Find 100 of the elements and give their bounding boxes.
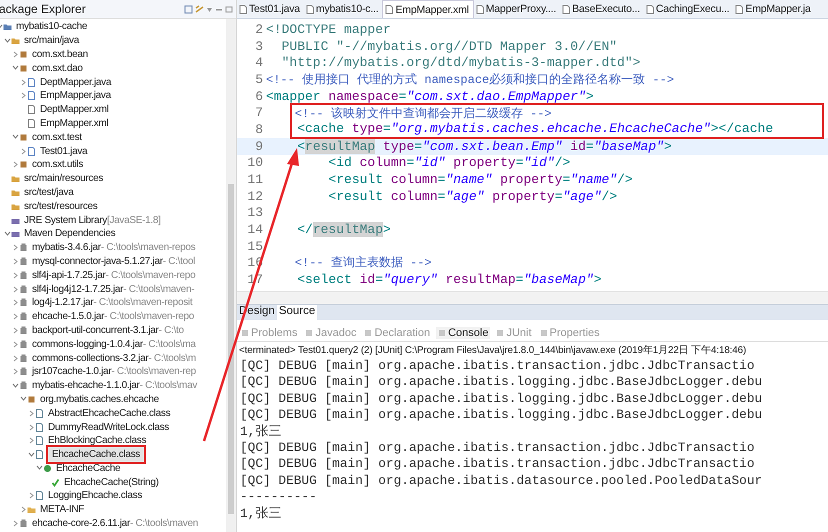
tree-item[interactable]: ehcache-1.5.0.jar- C:\tools\maven-repo xyxy=(30,310,196,324)
jar-icon xyxy=(19,326,28,335)
line-number: 10 xyxy=(246,155,264,170)
tree-item[interactable]: src/main/java xyxy=(22,34,82,48)
tree-item[interactable]: DeptMapper.java xyxy=(38,76,114,89)
tree-item[interactable]: Test01.java xyxy=(38,144,90,158)
line-number: 5 xyxy=(254,72,264,87)
code-line: <select id="query" resultMap="baseMap"> xyxy=(296,272,602,288)
caret-icon[interactable] xyxy=(13,50,18,58)
scrollbar[interactable] xyxy=(237,291,828,304)
tree-item[interactable]: ehcache-core-2.6.11.jar- C:\tools\maven xyxy=(30,517,200,530)
caret-icon[interactable] xyxy=(13,244,18,252)
scrollbar[interactable] xyxy=(226,19,236,532)
tree-item[interactable]: jsr107cache-1.0.jar- C:\tools\maven-rep xyxy=(30,365,198,378)
tree-item[interactable]: com.sxt.utils xyxy=(30,158,86,172)
tree-item[interactable]: Maven Dependencies xyxy=(22,227,118,240)
tree-item[interactable]: src/main/resources xyxy=(22,172,106,186)
tree-item[interactable]: mybatis-3.4.6.jar- C:\tools\maven-repos xyxy=(30,241,198,254)
class-icon xyxy=(43,464,52,473)
editor-tab[interactable]: mybatis10-c... xyxy=(304,0,382,18)
caret-icon[interactable] xyxy=(13,161,18,168)
jar-icon xyxy=(19,519,28,528)
jar-icon xyxy=(19,243,28,252)
maximize-icon[interactable] xyxy=(225,4,233,14)
tree-item[interactable]: src/test/java xyxy=(22,186,76,199)
tree-item[interactable]: EmpMapper.xml xyxy=(38,116,110,130)
caret-icon[interactable] xyxy=(21,78,26,86)
editor-tab[interactable]: Test01.java xyxy=(237,0,304,18)
caret-icon[interactable] xyxy=(12,65,19,72)
caret-icon[interactable] xyxy=(20,396,27,402)
code-line: <cache type="org.mybatis.caches.ehcache.EhcacheCache"></cache xyxy=(296,120,774,136)
tree-item[interactable]: org.mybatis.caches.ehcache xyxy=(38,392,161,406)
caret-icon[interactable] xyxy=(13,299,18,306)
jar-icon xyxy=(19,256,28,266)
caret-icon[interactable] xyxy=(28,452,35,458)
caret-icon[interactable] xyxy=(29,492,34,500)
tree-item[interactable]: mybatis-ehcache-1.1.0.jar- C:\tools\mav xyxy=(30,379,200,392)
tree-item[interactable]: DummyReadWriteLock.class xyxy=(46,420,171,434)
tree-item[interactable]: EhcacheCache xyxy=(54,462,122,475)
code-line: "http://mybatis.org/dtd/mybatis-3-mapper.dtd"> xyxy=(280,55,640,70)
editor-tab[interactable]: MapperProxy.... xyxy=(474,0,560,18)
file-icon xyxy=(239,4,247,14)
tree-item[interactable]: slf4j-log4j12-1.7.25.jar- C:\tools\maven- xyxy=(30,282,196,296)
tree-item[interactable]: commons-logging-1.0.4.jar- C:\tools\ma xyxy=(30,338,198,351)
editor-mode-tab[interactable]: Source xyxy=(276,305,318,320)
tree-item[interactable]: DeptMapper.xml xyxy=(38,103,111,116)
tree-item[interactable]: EmpMapper.java xyxy=(38,89,113,102)
caret-icon[interactable] xyxy=(29,410,34,417)
caret-icon[interactable] xyxy=(29,424,34,430)
tree-item[interactable]: com.sxt.test xyxy=(30,130,84,144)
tree-item[interactable]: AbstractEhcacheCache.class xyxy=(46,406,172,420)
tree-item[interactable]: log4j-1.2.17.jar- C:\tools\maven-reposit xyxy=(30,296,194,310)
view-icon xyxy=(540,329,548,337)
caret-icon[interactable] xyxy=(13,520,18,528)
tree-item[interactable]: JRE System Library[JavaSE-1.8] xyxy=(22,214,163,227)
tree-item[interactable]: META-INF xyxy=(38,503,86,516)
tree-item[interactable]: backport-util-concurrent-3.1.jar- C:\to xyxy=(30,324,186,337)
line-number: 9 xyxy=(254,138,264,154)
tree-item[interactable]: com.sxt.dao xyxy=(30,62,85,75)
tree-item[interactable]: com.sxt.bean xyxy=(30,48,90,61)
tree-item[interactable]: EhcacheCache.class xyxy=(46,445,146,464)
file-icon xyxy=(306,4,314,14)
console-line: [QC] DEBUG [main] org.apache.ibatis.datasource.pooled.PooledDataSour xyxy=(240,472,764,490)
caret-icon[interactable] xyxy=(36,465,43,472)
caret-icon[interactable] xyxy=(4,230,11,237)
console-line: [QC] DEBUG [main] org.apache.ibatis.transaction.jdbc.JdbcTransactio xyxy=(240,440,756,456)
caret-icon[interactable] xyxy=(12,382,19,389)
package-icon xyxy=(27,394,36,404)
editor-tab[interactable]: BaseExecuto... xyxy=(560,0,644,18)
caret-icon[interactable] xyxy=(13,368,18,376)
caret-icon[interactable] xyxy=(13,258,18,265)
caret-icon[interactable] xyxy=(4,38,11,44)
caret-icon[interactable] xyxy=(29,437,34,444)
caret-icon[interactable] xyxy=(13,340,18,348)
tree-item[interactable]: EhBlockingCache.class xyxy=(46,434,148,448)
link-icon[interactable] xyxy=(195,4,204,14)
caret-icon[interactable] xyxy=(13,272,18,279)
tree-item[interactable]: EhcacheCache(String) xyxy=(62,476,161,489)
caret-icon[interactable] xyxy=(13,354,18,362)
tree-item[interactable]: mybatis10-cache xyxy=(14,20,90,34)
editor-tab[interactable]: EmpMapper.xml xyxy=(382,0,474,18)
view-tab[interactable]: Console xyxy=(436,327,490,339)
caret-icon[interactable] xyxy=(13,326,18,334)
collapse-icon[interactable] xyxy=(184,4,193,14)
caret-icon[interactable] xyxy=(21,506,26,514)
caret-icon[interactable] xyxy=(13,286,18,293)
caret-icon[interactable] xyxy=(21,148,26,155)
tree-item[interactable]: LoggingEhcache.class xyxy=(46,489,144,502)
caret-icon[interactable] xyxy=(13,313,18,320)
editor-tab[interactable]: EmpMapper.ja xyxy=(733,0,815,18)
tree-item[interactable]: src/test/resources xyxy=(22,200,100,213)
editor-tab[interactable]: CachingExecu... xyxy=(644,0,734,18)
class-file-icon xyxy=(35,491,44,500)
console-line: ---------- xyxy=(240,489,318,506)
caret-icon[interactable] xyxy=(21,92,26,100)
java-file-icon xyxy=(27,146,36,156)
tree-item[interactable]: commons-collections-3.2.jar- C:\tools\m xyxy=(30,352,198,365)
caret-icon[interactable] xyxy=(12,134,19,140)
tree-item[interactable]: slf4j-api-1.7.25.jar- C:\tools\maven-repo xyxy=(30,268,198,282)
tree-item[interactable]: mysql-connector-java-5.1.27.jar- C:\tool xyxy=(30,254,198,268)
